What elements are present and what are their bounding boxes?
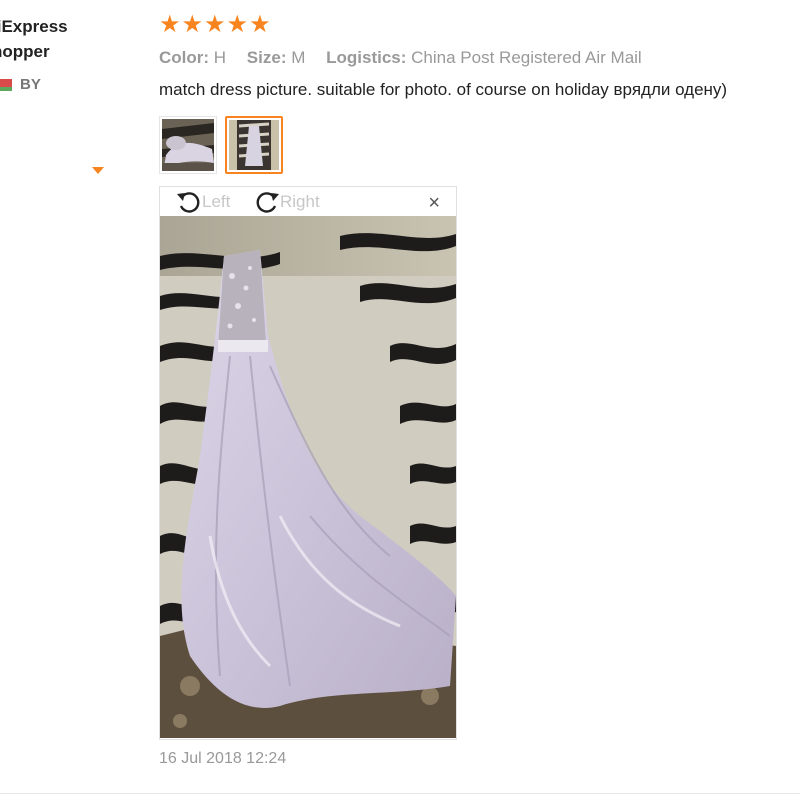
logistics-value: China Post Registered Air Mail [411, 48, 642, 67]
belarus-flag-icon [0, 78, 12, 91]
star-rating: ★★★★★ [159, 11, 272, 38]
dress-photo-thumbnail-image [229, 120, 279, 170]
rotate-left-icon [177, 192, 200, 213]
color-label: Color: [159, 48, 210, 67]
divider [0, 793, 800, 794]
review-date: 16 Jul 2018 12:24 [159, 750, 287, 767]
rotate-left-button[interactable]: Left [174, 189, 230, 215]
country-code: BY [20, 76, 41, 93]
logistics-label: Logistics: [326, 48, 407, 67]
size-value: M [291, 48, 306, 67]
photo-thumbnail[interactable] [159, 116, 217, 174]
dress-photo-thumbnail-image [162, 119, 214, 171]
order-attributes: Color: H Size: M Logistics: China Post R… [159, 47, 799, 69]
dress-photo-image [160, 216, 456, 738]
photo-viewer: Left Right × [159, 186, 457, 740]
viewer-toolbar: Left Right × [160, 187, 456, 215]
review-comment: match dress picture. suitable for photo.… [159, 80, 728, 99]
photo-thumbnails [159, 116, 799, 174]
close-viewer-button[interactable]: × [428, 193, 440, 213]
photo-thumbnail-selected[interactable] [225, 116, 283, 174]
color-value: H [213, 48, 227, 67]
rotate-left-label: Left [202, 192, 231, 211]
selected-thumbnail-pointer [92, 167, 104, 174]
size-label: Size: [246, 48, 287, 67]
reviewer-country: BY [0, 76, 150, 93]
reviewer-info: liExpress hopper BY [0, 14, 150, 93]
review-item: liExpress hopper BY ★★★★★ Color: H Size:… [0, 0, 800, 800]
rotate-right-button[interactable]: Right [252, 189, 320, 215]
review-body: ★★★★★ Color: H Size: M Logistics: China … [159, 12, 799, 174]
reviewer-name: liExpress hopper [0, 17, 68, 61]
rotate-right-label: Right [280, 192, 320, 211]
review-photo-large [160, 216, 456, 738]
rotate-right-icon [256, 192, 279, 213]
